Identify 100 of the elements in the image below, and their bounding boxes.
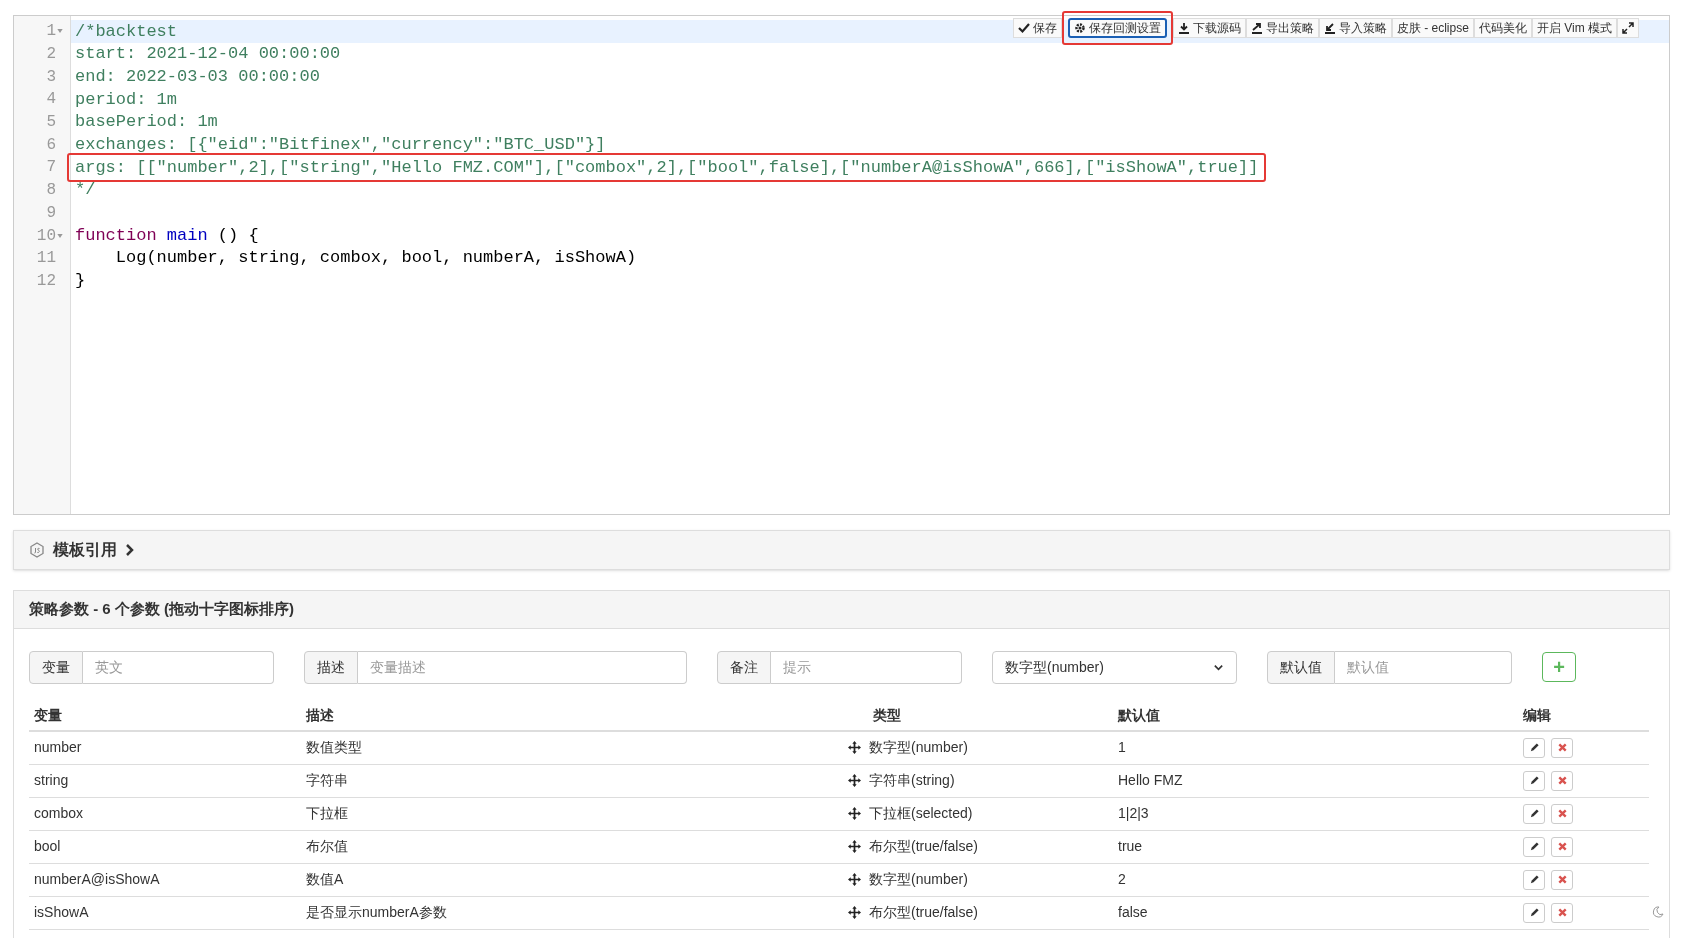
- table-cell-text: 下拉框(selected): [869, 804, 973, 823]
- type-dropdown[interactable]: 数字型(number): [992, 650, 1237, 684]
- table-cell: 是否显示numberA参数: [306, 904, 447, 920]
- edit-button[interactable]: [1523, 836, 1545, 857]
- line-number: 3: [46, 66, 56, 88]
- edit-button[interactable]: [1523, 770, 1545, 791]
- input-label: 备注: [717, 650, 771, 684]
- table-cell: string: [34, 772, 69, 788]
- toolbar-button[interactable]: 导入策略: [1318, 18, 1392, 38]
- toolbar-button[interactable]: 开启 Vim 模式: [1531, 18, 1617, 38]
- move-icon[interactable]: [848, 774, 861, 787]
- table-cell-text: 布尔型(true/false): [869, 903, 978, 922]
- edit-button[interactable]: [1523, 737, 1545, 758]
- variable-input[interactable]: 英文: [83, 650, 274, 684]
- description-input[interactable]: 变量描述: [358, 650, 687, 684]
- tray-arrow-icon: [1250, 22, 1263, 34]
- code-line: /*backtest: [75, 20, 178, 43]
- pencil-icon: [1528, 841, 1540, 852]
- toolbar-button[interactable]: 下载源码: [1172, 18, 1246, 38]
- toolbar-button[interactable]: 保存回测设置: [1067, 18, 1167, 38]
- delete-button[interactable]: [1551, 902, 1573, 923]
- table-cell-text: 字符串(string): [869, 771, 955, 790]
- table-cell: 数值类型: [306, 739, 362, 756]
- js-icon: [29, 542, 45, 558]
- expand-icon: [1622, 22, 1634, 34]
- table-cell: 1: [1118, 739, 1126, 756]
- table-cell-text: 数字型(number): [869, 738, 968, 758]
- edit-button[interactable]: [1523, 869, 1545, 890]
- edit-button[interactable]: [1523, 902, 1545, 923]
- chevron-right-icon: [125, 543, 135, 557]
- move-icon[interactable]: [848, 807, 861, 820]
- code-line: }: [75, 270, 86, 293]
- table-cell: isShowA: [34, 904, 89, 920]
- note-input[interactable]: 提示: [771, 650, 962, 684]
- table-cell: 2: [1118, 871, 1126, 887]
- toolbar-button[interactable]: 皮肤 - eclipse: [1391, 18, 1474, 38]
- close-icon: [1556, 874, 1568, 885]
- code-line: function main () {: [75, 224, 259, 247]
- column-header: 描述: [306, 707, 334, 723]
- panel-title: 策略参数 - 6 个参数 (拖动十字图标排序): [29, 599, 294, 620]
- table-cell-text: 布尔型(true/false): [869, 837, 978, 856]
- line-number: 11: [36, 248, 56, 270]
- table-cell-text: 数字型(number): [869, 870, 968, 889]
- code-line: Log(number, string, combox, bool, numberA, isShowA): [114, 247, 637, 270]
- line-number: 6: [46, 134, 56, 156]
- table-cell: combox: [34, 805, 84, 821]
- close-icon: [1556, 775, 1568, 786]
- default-value-input[interactable]: 默认值: [1335, 650, 1512, 684]
- close-icon: [1556, 907, 1568, 918]
- toolbar-button[interactable]: 保存: [1012, 18, 1062, 38]
- table-cell: 1|2|3: [1118, 805, 1149, 821]
- delete-button[interactable]: [1551, 737, 1573, 758]
- table-cell: 下拉框: [306, 805, 348, 821]
- move-icon[interactable]: [848, 906, 861, 919]
- move-icon[interactable]: [848, 840, 861, 853]
- line-number: 10: [36, 225, 56, 247]
- code-line: end: 2022-03-03 00:00:00: [75, 65, 320, 88]
- table-cell: false: [1118, 904, 1148, 920]
- toolbar-button[interactable]: 导出策略: [1245, 18, 1319, 38]
- close-icon: [1556, 841, 1568, 852]
- panel-title: 模板引用: [53, 540, 117, 560]
- column-header: 默认值: [1118, 707, 1160, 723]
- line-number: 2: [46, 44, 56, 66]
- code-line: start: 2021-12-04 00:00:00: [75, 43, 341, 66]
- line-number: 7: [46, 157, 56, 179]
- template-panel-header[interactable]: 模板引用: [13, 530, 1670, 570]
- delete-button[interactable]: [1551, 869, 1573, 890]
- input-label: 默认值: [1267, 650, 1335, 684]
- table-cell: 数值A: [306, 871, 344, 887]
- code-line: period: 1m: [75, 88, 178, 111]
- delete-button[interactable]: [1551, 836, 1573, 857]
- table-cell: bool: [34, 838, 61, 854]
- close-icon: [1556, 742, 1568, 754]
- line-number: 5: [46, 112, 56, 134]
- line-number: 9: [46, 202, 56, 224]
- close-icon: [1556, 808, 1568, 819]
- moon-icon[interactable]: [1652, 906, 1664, 918]
- fold-arrow-icon[interactable]: [56, 231, 64, 240]
- column-header: 变量: [34, 707, 62, 723]
- check-icon: [1017, 22, 1030, 34]
- table-cell: true: [1118, 838, 1143, 854]
- table-cell: 字符串: [306, 772, 348, 788]
- edit-button[interactable]: [1523, 803, 1545, 824]
- move-icon[interactable]: [848, 741, 861, 755]
- line-number: 1: [46, 21, 56, 43]
- delete-button[interactable]: [1551, 803, 1573, 824]
- pencil-icon: [1528, 907, 1540, 918]
- toolbar-button[interactable]: 代码美化: [1473, 18, 1532, 38]
- table-cell: 布尔值: [306, 838, 348, 854]
- pencil-icon: [1528, 742, 1540, 754]
- table-cell: Hello FMZ: [1118, 772, 1183, 788]
- column-header: 编辑: [1523, 707, 1551, 723]
- pencil-icon: [1528, 808, 1540, 819]
- line-number: 12: [36, 270, 56, 292]
- delete-button[interactable]: [1551, 770, 1573, 791]
- code-line: basePeriod: 1m: [75, 111, 218, 134]
- toolbar-button[interactable]: [1617, 18, 1639, 38]
- pencil-icon: [1528, 874, 1540, 885]
- move-icon[interactable]: [848, 873, 861, 886]
- line-number: 4: [46, 89, 56, 111]
